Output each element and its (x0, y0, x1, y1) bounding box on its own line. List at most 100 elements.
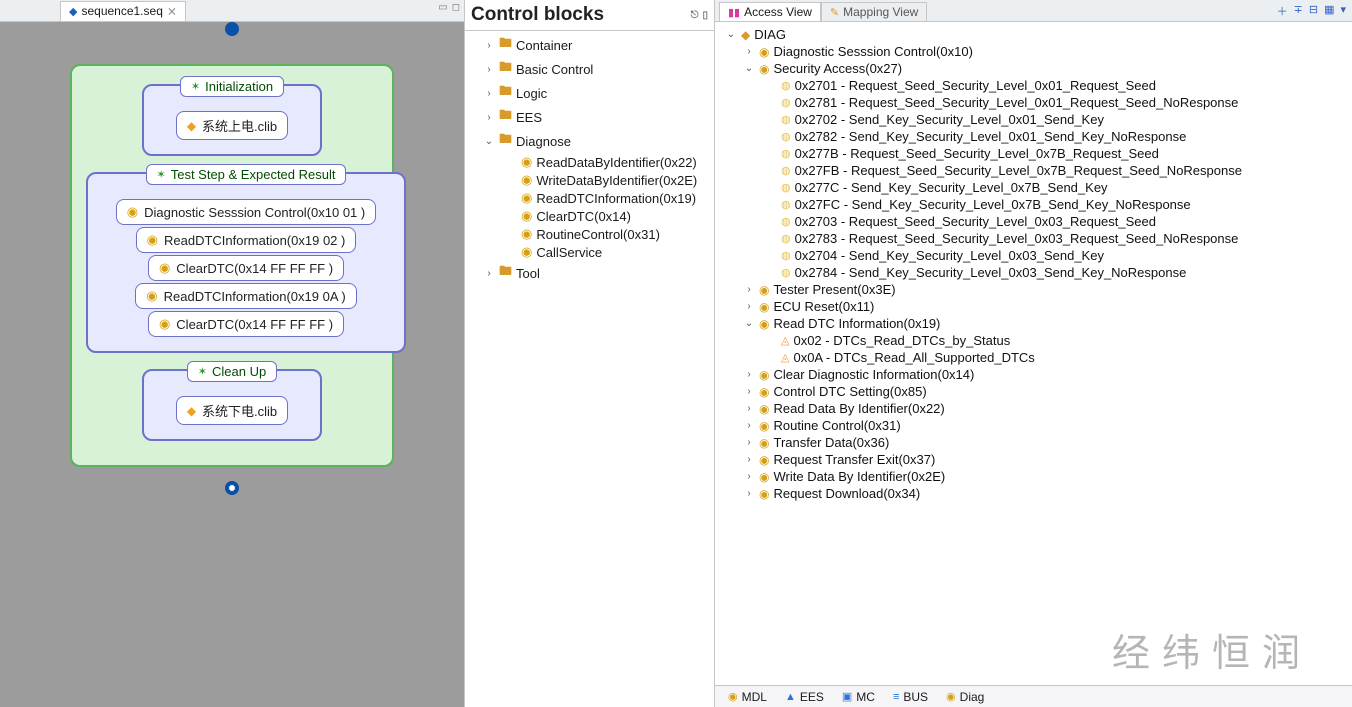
palette-item[interactable]: ◉ReadDTCInformation(0x19) (467, 189, 712, 207)
block-system-power-off[interactable]: ◆ 系统下电.clib (176, 396, 288, 425)
expand-toggle-icon[interactable]: › (743, 488, 755, 499)
tree-node[interactable]: ◍0x27FB - Request_Seed_Security_Level_0x… (721, 162, 1348, 179)
tree-node[interactable]: ◍0x27FC - Send_Key_Security_Level_0x7B_S… (721, 196, 1348, 213)
tree-node[interactable]: ›◉Routine Control(0x31) (721, 417, 1348, 434)
expand-toggle-icon[interactable]: › (743, 437, 755, 448)
bottom-tab-mc[interactable]: ▣MC (835, 688, 882, 706)
block-label: 系统下电.clib (202, 401, 277, 420)
phase-test-step[interactable]: ✶ Test Step & Expected Result ◉Diagnosti… (86, 172, 406, 353)
tree-node[interactable]: ⌄◆DIAG (721, 26, 1348, 43)
block-test-step[interactable]: ◉ClearDTC(0x14 FF FF FF ) (148, 311, 344, 337)
block-test-step[interactable]: ◉ClearDTC(0x14 FF FF FF ) (148, 255, 344, 281)
maximize-pane-icon[interactable]: ◻ (452, 2, 460, 13)
expand-toggle-icon[interactable]: › (743, 386, 755, 397)
tree-node[interactable]: ◍0x2701 - Request_Seed_Security_Level_0x… (721, 77, 1348, 94)
block-test-step[interactable]: ◉ReadDTCInformation(0x19 0A ) (135, 283, 356, 309)
palette-item[interactable]: ◉ReadDataByIdentifier(0x22) (467, 153, 712, 171)
tree-node[interactable]: ›◉Control DTC Setting(0x85) (721, 383, 1348, 400)
collapse-icon[interactable]: ⊟ (1309, 3, 1318, 19)
bottom-tab-label: EES (800, 690, 824, 704)
phase-cleanup[interactable]: ✶ Clean Up ◆ 系统下电.clib (142, 369, 322, 441)
sequence-container[interactable]: ✶ Initialization ◆ 系统上电.clib ✶ Test Step… (70, 64, 394, 467)
tree-node[interactable]: ◍0x2704 - Send_Key_Security_Level_0x03_S… (721, 247, 1348, 264)
tree-node[interactable]: ◍0x277C - Send_Key_Security_Level_0x7B_S… (721, 179, 1348, 196)
bottom-tab-diag[interactable]: ◉Diag (939, 688, 991, 706)
tree-node[interactable]: ◬0x0A - DTCs_Read_All_Supported_DTCs (721, 349, 1348, 366)
bottom-tab-icon: ▣ (842, 690, 852, 703)
tree-node[interactable]: ◍0x2781 - Request_Seed_Security_Level_0x… (721, 94, 1348, 111)
tree-node[interactable]: ◍0x2782 - Send_Key_Security_Level_0x01_S… (721, 128, 1348, 145)
block-test-step[interactable]: ◉Diagnostic Sesssion Control(0x10 01 ) (116, 199, 376, 225)
sequence-start-node[interactable] (225, 22, 239, 36)
tree-node-label: Security Access(0x27) (773, 61, 902, 76)
palette-item[interactable]: ◉RoutineControl(0x31) (467, 225, 712, 243)
tree-node[interactable]: ›◉Transfer Data(0x36) (721, 434, 1348, 451)
plus-icon[interactable]: ＋ (1277, 3, 1288, 19)
palette-item[interactable]: ◉WriteDataByIdentifier(0x2E) (467, 171, 712, 189)
palette-folder[interactable]: ›🖿Basic Control (467, 57, 712, 81)
palette-item[interactable]: ◉ClearDTC(0x14) (467, 207, 712, 225)
expand-toggle-icon[interactable]: ⌄ (725, 29, 737, 40)
tree-node[interactable]: ›◉Tester Present(0x3E) (721, 281, 1348, 298)
tree-node[interactable]: ⌄◉Security Access(0x27) (721, 60, 1348, 77)
expand-toggle-icon[interactable]: › (483, 64, 495, 75)
sequence-canvas[interactable]: ✶ Initialization ◆ 系统上电.clib ✶ Test Step… (0, 22, 464, 707)
palette-folder[interactable]: ›🖿Container (467, 33, 712, 57)
expand-toggle-icon[interactable]: › (743, 471, 755, 482)
tab-access-view[interactable]: ▮▮ Access View (719, 2, 821, 21)
tree-node[interactable]: ◍0x277B - Request_Seed_Security_Level_0x… (721, 145, 1348, 162)
editor-tab-sequence1[interactable]: ◆ sequence1.seq ⨯ (60, 1, 186, 21)
expand-toggle-icon[interactable]: › (483, 40, 495, 51)
expand-toggle-icon[interactable]: › (743, 284, 755, 295)
tree-node[interactable]: ›◉Diagnostic Sesssion Control(0x10) (721, 43, 1348, 60)
block-test-step[interactable]: ◉ReadDTCInformation(0x19 02 ) (136, 227, 357, 253)
filter-icon[interactable]: ∓ (1294, 3, 1303, 19)
block-label: ClearDTC(0x14 FF FF FF ) (176, 261, 333, 276)
expand-toggle-icon[interactable]: ⌄ (743, 63, 755, 74)
expand-toggle-icon[interactable]: › (743, 403, 755, 414)
block-system-power-on[interactable]: ◆ 系统上电.clib (176, 111, 288, 140)
grid-icon[interactable]: ▦ (1324, 3, 1334, 19)
tree-node-icon: ◉ (759, 470, 769, 484)
expand-toggle-icon[interactable]: › (743, 46, 755, 57)
tree-node[interactable]: ◬0x02 - DTCs_Read_DTCs_by_Status (721, 332, 1348, 349)
bottom-tab-ees[interactable]: ▲EES (778, 688, 831, 706)
tab-close-icon[interactable]: ⨯ (167, 4, 177, 18)
tree-node[interactable]: ›◉ECU Reset(0x11) (721, 298, 1348, 315)
expand-toggle-icon[interactable]: › (483, 112, 495, 123)
expand-toggle-icon[interactable]: › (743, 454, 755, 465)
tree-node[interactable]: ›◉Write Data By Identifier(0x2E) (721, 468, 1348, 485)
menu-icon[interactable]: ▾ (1340, 3, 1346, 19)
clib-icon: ◆ (187, 404, 196, 418)
expand-toggle-icon[interactable]: › (483, 268, 495, 279)
palette-filter-icon[interactable]: ⎋ (691, 10, 699, 21)
tree-node[interactable]: ›◉Request Download(0x34) (721, 485, 1348, 502)
palette-folder[interactable]: ⌄🖿Diagnose (467, 129, 712, 153)
tree-node[interactable]: ›◉Read Data By Identifier(0x22) (721, 400, 1348, 417)
expand-toggle-icon[interactable]: ⌄ (743, 318, 755, 329)
expand-toggle-icon[interactable]: › (483, 88, 495, 99)
tree-node[interactable]: ◍0x2703 - Request_Seed_Security_Level_0x… (721, 213, 1348, 230)
tree-node[interactable]: ◍0x2783 - Request_Seed_Security_Level_0x… (721, 230, 1348, 247)
palette-pin-icon[interactable]: ▯ (702, 10, 708, 21)
expand-toggle-icon[interactable]: › (743, 301, 755, 312)
tree-node-label: ECU Reset(0x11) (773, 299, 874, 314)
expand-toggle-icon[interactable]: › (743, 420, 755, 431)
tree-node[interactable]: ›◉Request Transfer Exit(0x37) (721, 451, 1348, 468)
palette-folder[interactable]: ›🖿Logic (467, 81, 712, 105)
tab-mapping-view[interactable]: ✎ Mapping View (821, 2, 927, 21)
minimize-pane-icon[interactable]: ▭ (438, 2, 447, 13)
tree-node[interactable]: ◍0x2702 - Send_Key_Security_Level_0x01_S… (721, 111, 1348, 128)
expand-toggle-icon[interactable]: ⌄ (483, 136, 495, 147)
palette-folder[interactable]: ›🖿Tool (467, 261, 712, 285)
phase-initialization[interactable]: ✶ Initialization ◆ 系统上电.clib (142, 84, 322, 156)
bottom-tab-mdl[interactable]: ◉MDL (721, 688, 774, 706)
palette-folder[interactable]: ›🖿EES (467, 105, 712, 129)
palette-item[interactable]: ◉CallService (467, 243, 712, 261)
tree-node[interactable]: ⌄◉Read DTC Information(0x19) (721, 315, 1348, 332)
expand-toggle-icon[interactable]: › (743, 369, 755, 380)
tree-node[interactable]: ›◉Clear Diagnostic Information(0x14) (721, 366, 1348, 383)
sequence-end-node[interactable] (225, 481, 239, 495)
tree-node[interactable]: ◍0x2784 - Send_Key_Security_Level_0x03_S… (721, 264, 1348, 281)
bottom-tab-bus[interactable]: ≡BUS (886, 688, 935, 706)
